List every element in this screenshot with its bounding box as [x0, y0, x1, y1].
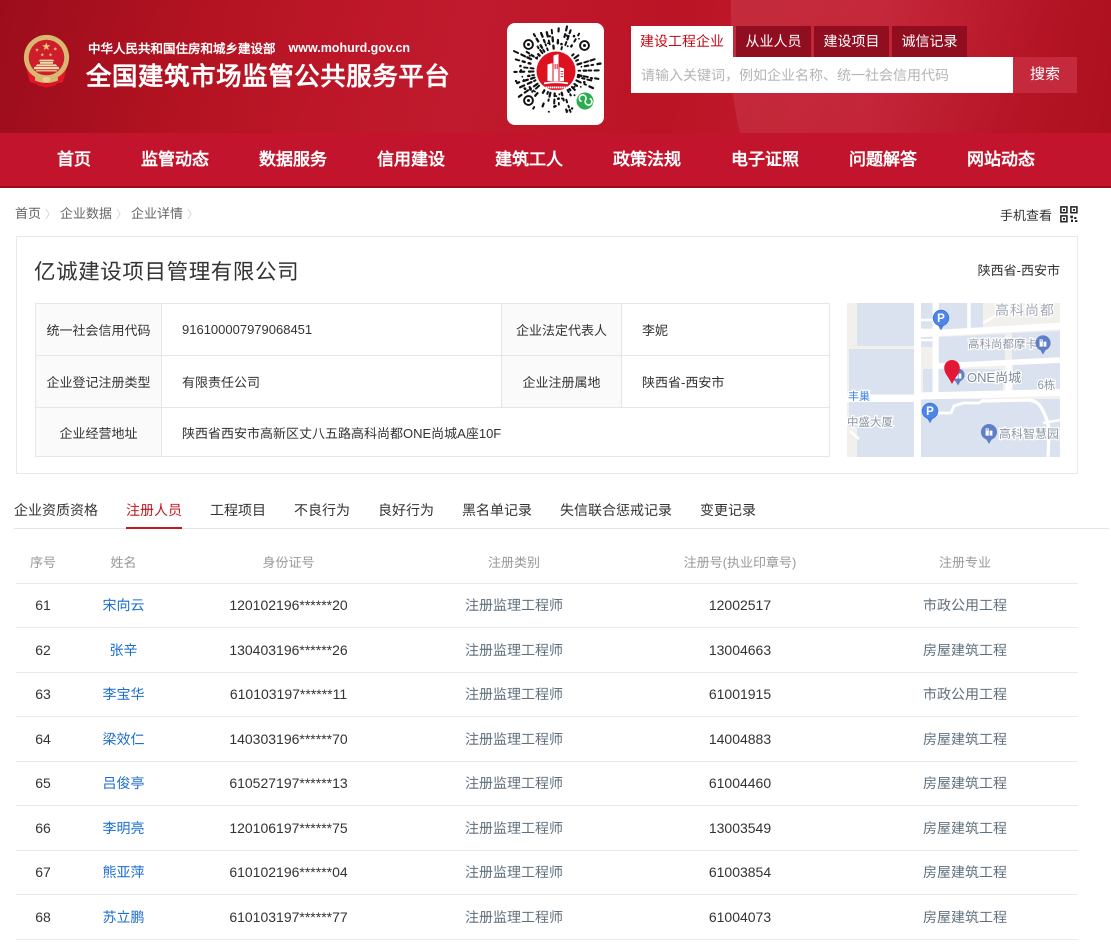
svg-text:P: P	[937, 313, 945, 325]
svg-text:高科尚都: 高科尚都	[995, 303, 1055, 318]
svg-text:6栋: 6栋	[1038, 379, 1056, 392]
svg-text:P: P	[926, 406, 934, 418]
svg-text:丰巢: 丰巢	[848, 390, 870, 403]
svg-text:中盛大厦: 中盛大厦	[847, 416, 893, 429]
svg-text:ONE尚城: ONE尚城	[967, 370, 1021, 385]
svg-text:高科尚都摩卡: 高科尚都摩卡	[968, 338, 1037, 351]
svg-text:高科智慧园: 高科智慧园	[999, 427, 1059, 441]
